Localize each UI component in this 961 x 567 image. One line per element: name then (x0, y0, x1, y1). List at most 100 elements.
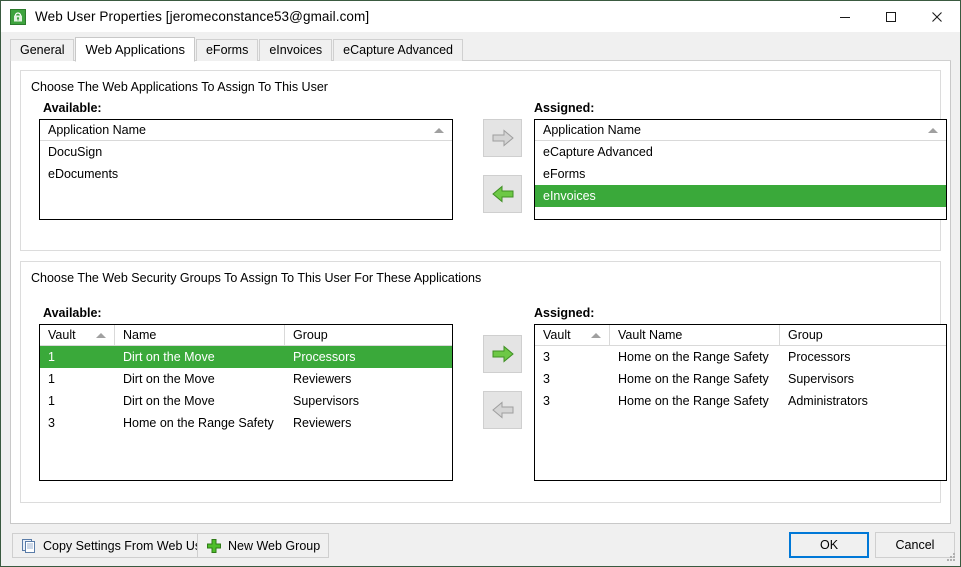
minimize-icon[interactable] (822, 1, 868, 32)
maximize-icon[interactable] (868, 1, 914, 32)
table-row[interactable]: 1 Dirt on the Move Reviewers (40, 368, 452, 390)
list-item[interactable]: DocuSign (40, 141, 452, 163)
column-header-label: Group (293, 328, 328, 342)
web-security-groups-caption: Choose The Web Security Groups To Assign… (31, 271, 482, 285)
title-bar: Web User Properties [jeromeconstance53@g… (1, 1, 960, 32)
apps-assigned-list[interactable]: Application Name eCapture Advanced eForm… (534, 119, 947, 220)
groups-available-header: Vault Name Group (40, 325, 452, 346)
plus-icon (206, 538, 222, 554)
cell-name: Home on the Range Safety (123, 416, 274, 430)
assign-application-button[interactable] (483, 119, 522, 157)
assign-group-button[interactable] (483, 335, 522, 373)
apps-assigned-label: Assigned: (534, 101, 595, 115)
web-security-groups-panel: Choose The Web Security Groups To Assign… (20, 261, 947, 503)
cell-group: Processors (293, 350, 356, 364)
column-header-label: Name (123, 328, 157, 342)
tab-ecapture-advanced[interactable]: eCapture Advanced (333, 39, 463, 61)
apps-assigned-rows: eCapture Advanced eForms eInvoices (535, 141, 946, 207)
copy-settings-from-web-user-button[interactable]: Copy Settings From Web User (12, 533, 222, 558)
column-header-vault[interactable]: Vault (40, 325, 115, 345)
window-title: Web User Properties [jeromeconstance53@g… (35, 9, 370, 24)
column-header-vault-name[interactable]: Vault Name (610, 325, 780, 345)
window-controls (822, 1, 960, 32)
list-item[interactable]: eForms (535, 163, 946, 185)
ok-button[interactable]: OK (789, 532, 869, 558)
table-row[interactable]: 3 Home on the Range Safety Administrator… (535, 390, 946, 412)
sort-ascending-icon (928, 127, 938, 133)
cancel-button[interactable]: Cancel (875, 532, 955, 558)
cell-vault: 1 (48, 350, 55, 364)
column-header-label: Group (788, 328, 823, 342)
table-row[interactable]: 1 Dirt on the Move Supervisors (40, 390, 452, 412)
tab-general[interactable]: General (10, 39, 75, 61)
groups-available-grid[interactable]: Vault Name Group 1 Dirt on the Move Proc… (39, 324, 453, 481)
close-icon[interactable] (914, 1, 960, 32)
table-row[interactable]: 3 Home on the Range Safety Reviewers (40, 412, 452, 434)
tab-web-applications[interactable]: Web Applications (75, 37, 195, 62)
sort-ascending-icon (591, 332, 601, 338)
cell-group: Administrators (788, 394, 868, 408)
column-header-group[interactable]: Group (780, 325, 946, 345)
arrow-left-icon (491, 185, 513, 203)
web-user-icon (10, 8, 26, 25)
cell-vault: 3 (543, 372, 550, 386)
tab-strip: General Web Applications eForms eInvoice… (1, 37, 960, 62)
column-header-label: Vault Name (618, 328, 683, 342)
column-header-application-name[interactable]: Application Name (40, 120, 452, 140)
new-web-group-button[interactable]: New Web Group (197, 533, 330, 558)
column-header-label: Vault (48, 328, 76, 342)
cell-vault: 1 (48, 394, 55, 408)
cell-vault-name: Home on the Range Safety (618, 372, 769, 386)
cell-group: Reviewers (293, 372, 352, 386)
web-applications-panel: Choose The Web Applications To Assign To… (20, 70, 947, 251)
sort-ascending-icon (96, 332, 106, 338)
cell-group: Reviewers (293, 416, 352, 430)
column-header-group[interactable]: Group (285, 325, 452, 345)
apps-available-list[interactable]: Application Name DocuSign eDocuments (39, 119, 453, 220)
table-row[interactable]: 3 Home on the Range Safety Processors (535, 346, 946, 368)
cell-group: Processors (788, 350, 851, 364)
groups-assigned-header: Vault Vault Name Group (535, 325, 946, 346)
column-header-application-name[interactable]: Application Name (535, 120, 946, 140)
column-header-vault[interactable]: Vault (535, 325, 610, 345)
list-item[interactable]: eCapture Advanced (535, 141, 946, 163)
sort-ascending-icon (434, 127, 444, 133)
groups-available-label: Available: (43, 306, 102, 320)
new-web-group-label: New Web Group (228, 538, 321, 553)
groups-assigned-grid[interactable]: Vault Vault Name Group 3 Home on the Ran… (534, 324, 947, 481)
cell-name: Dirt on the Move (123, 394, 215, 408)
cell-name: Dirt on the Move (123, 372, 215, 386)
tab-content-web-applications: Choose The Web Applications To Assign To… (10, 61, 951, 524)
column-header-name[interactable]: Name (115, 325, 285, 345)
web-applications-caption: Choose The Web Applications To Assign To… (31, 80, 328, 94)
copy-settings-label: Copy Settings From Web User (43, 538, 213, 553)
dialog-footer: Copy Settings From Web User New Web Grou… (1, 524, 960, 566)
resize-grip-icon[interactable] (945, 551, 957, 563)
cell-vault-name: Home on the Range Safety (618, 394, 769, 408)
cell-vault: 1 (48, 372, 55, 386)
arrow-right-icon (492, 129, 514, 147)
cell-group: Supervisors (788, 372, 854, 386)
list-item[interactable]: eInvoices (535, 185, 946, 207)
apps-available-header: Application Name (40, 120, 452, 141)
cell-group: Supervisors (293, 394, 359, 408)
list-item[interactable]: eDocuments (40, 163, 452, 185)
column-header-label: Vault (543, 328, 571, 342)
apps-assigned-header: Application Name (535, 120, 946, 141)
arrow-right-icon (492, 345, 514, 363)
groups-available-rows: 1 Dirt on the Move Processors 1 Dirt on … (40, 346, 452, 434)
cell-vault-name: Home on the Range Safety (618, 350, 769, 364)
dialog-window: Web User Properties [jeromeconstance53@g… (0, 0, 961, 567)
tab-einvoices[interactable]: eInvoices (259, 39, 333, 61)
unassign-group-button[interactable] (483, 391, 522, 429)
table-row[interactable]: 1 Dirt on the Move Processors (40, 346, 452, 368)
groups-assigned-rows: 3 Home on the Range Safety Processors 3 … (535, 346, 946, 412)
column-header-label: Application Name (543, 123, 641, 137)
apps-available-label: Available: (43, 101, 102, 115)
table-row[interactable]: 3 Home on the Range Safety Supervisors (535, 368, 946, 390)
tab-eforms[interactable]: eForms (195, 39, 259, 61)
apps-available-rows: DocuSign eDocuments (40, 141, 452, 185)
unassign-application-button[interactable] (483, 175, 522, 213)
column-header-label: Application Name (48, 123, 146, 137)
copy-document-icon (21, 538, 37, 554)
